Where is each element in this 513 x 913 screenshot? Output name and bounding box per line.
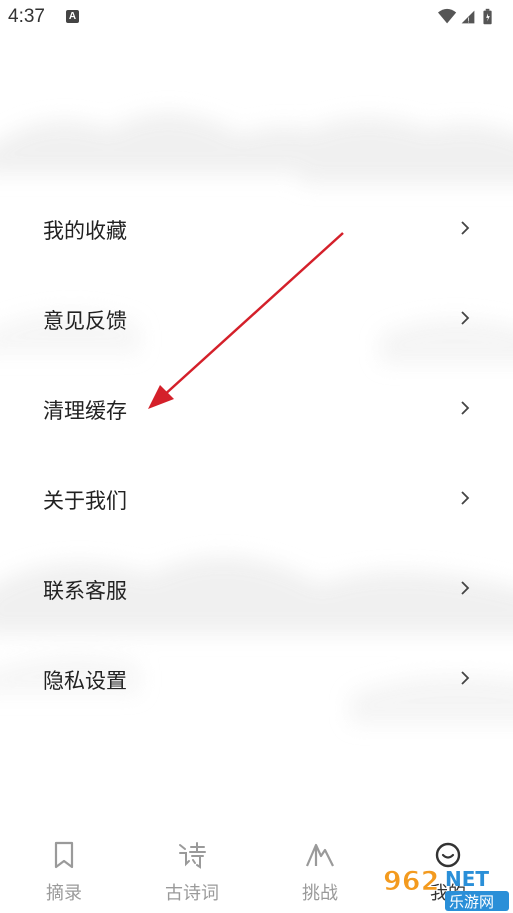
svg-text:NET: NET bbox=[445, 867, 489, 891]
menu-item-privacy-settings[interactable]: 隐私设置 bbox=[0, 635, 513, 725]
a-icon: A bbox=[66, 10, 79, 23]
menu-item-label: 清理缓存 bbox=[43, 399, 127, 423]
annotation-arrow bbox=[148, 232, 344, 409]
status-bar: 4:37 A ! bbox=[0, 0, 513, 34]
tab-label: 摘录 bbox=[46, 883, 82, 904]
wifi-icon bbox=[438, 8, 457, 24]
menu-item-label: 意见反馈 bbox=[43, 309, 127, 333]
site-watermark-logo: 962 NET 乐游网 bbox=[383, 866, 509, 911]
poem-icon bbox=[179, 842, 206, 869]
system-icons: ! bbox=[438, 8, 492, 25]
chevron-right-icon bbox=[461, 581, 470, 595]
tab-label: 挑战 bbox=[302, 883, 338, 904]
menu-item-about-us[interactable]: 关于我们 bbox=[0, 455, 513, 545]
svg-text:乐游网: 乐游网 bbox=[449, 893, 494, 911]
cellular-icon: ! bbox=[461, 10, 475, 24]
menu-item-customer-service[interactable]: 联系客服 bbox=[0, 545, 513, 635]
svg-text:962: 962 bbox=[383, 866, 439, 897]
chevron-right-icon bbox=[461, 671, 470, 685]
menu-item-label: 关于我们 bbox=[43, 489, 127, 513]
status-time: 4:37 bbox=[8, 6, 45, 27]
battery-icon bbox=[483, 8, 492, 25]
menu-item-label: 联系客服 bbox=[43, 579, 127, 603]
chevron-right-icon bbox=[461, 221, 470, 235]
svg-text:!: ! bbox=[467, 15, 470, 24]
chevron-right-icon bbox=[461, 401, 470, 415]
tab-poems[interactable]: 古诗词 bbox=[142, 830, 242, 913]
chevron-right-icon bbox=[461, 491, 470, 505]
menu-item-label: 我的收藏 bbox=[43, 219, 127, 243]
menu-item-label: 隐私设置 bbox=[43, 669, 127, 693]
tab-challenge[interactable]: 挑战 bbox=[270, 830, 370, 913]
mountain-icon bbox=[305, 843, 334, 867]
chevron-right-icon bbox=[461, 311, 470, 325]
bookmark-icon bbox=[54, 841, 74, 869]
tab-excerpts[interactable]: 摘录 bbox=[14, 830, 114, 913]
tab-label: 古诗词 bbox=[165, 883, 219, 904]
